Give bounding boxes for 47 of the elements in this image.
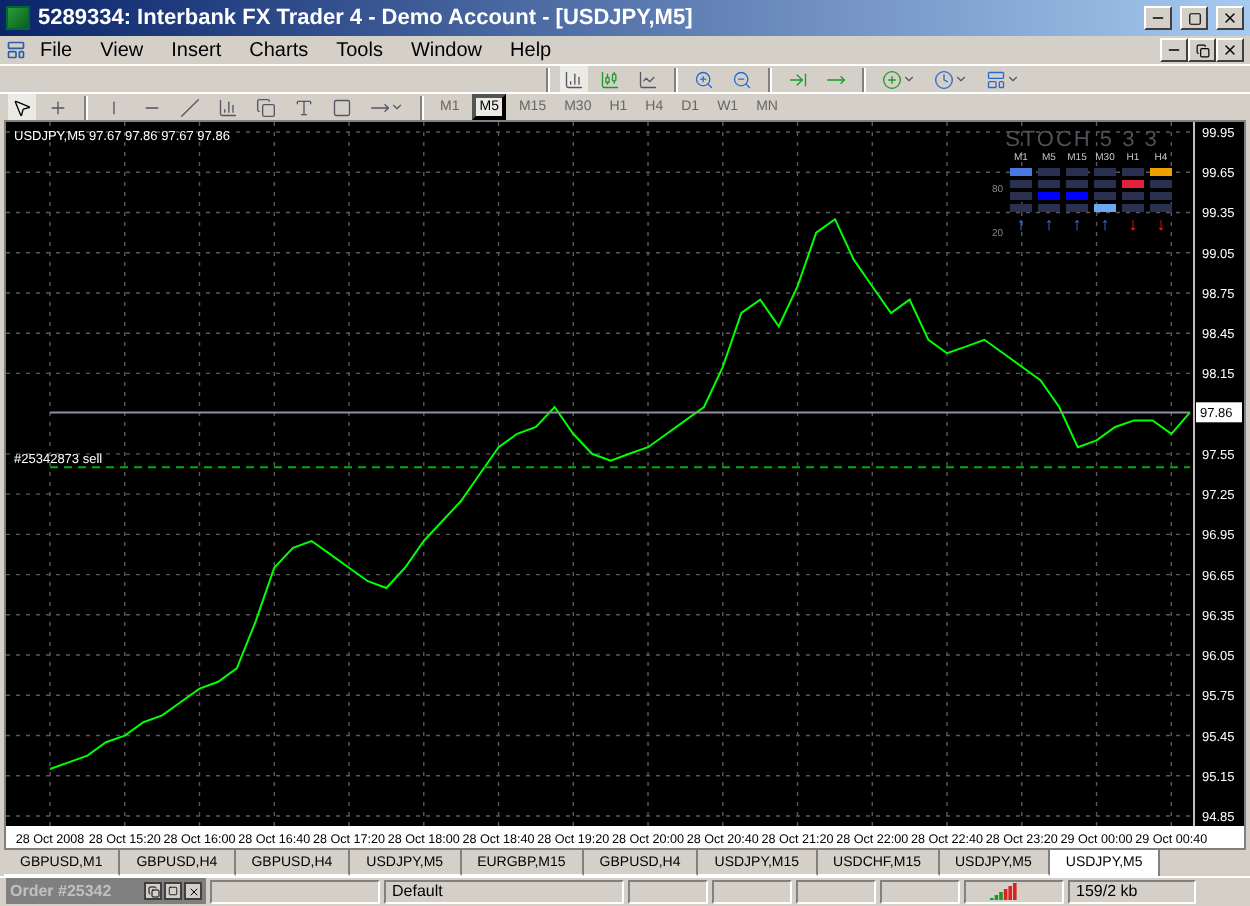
trend-arrow: ↓: [1128, 216, 1138, 234]
caret-icon[interactable]: [954, 72, 968, 86]
status-cell: [796, 879, 876, 903]
app-icon: [6, 6, 30, 30]
template-icon[interactable]: [986, 69, 1006, 89]
bar-chart-icon[interactable]: [564, 69, 584, 89]
cursor-icon[interactable]: [12, 97, 32, 117]
zoom-in-icon[interactable]: [694, 69, 714, 89]
maximize-icon[interactable]: [1187, 11, 1201, 25]
text-icon[interactable]: [294, 97, 314, 117]
menu-item[interactable]: Insert: [157, 39, 236, 61]
caret-icon[interactable]: [1006, 72, 1020, 86]
close-icon[interactable]: [1222, 10, 1238, 26]
caret-icon[interactable]: [390, 100, 404, 114]
line-chart-icon[interactable]: [638, 69, 658, 89]
indicator-title: STOCH 5 3 3: [1005, 128, 1159, 152]
connection-icon: [990, 882, 1018, 900]
traffic-status: 159/2 kb: [1068, 879, 1196, 903]
trend-arrow: ↑: [1044, 216, 1054, 234]
window-title: 5289334: Interbank FX Trader 4 - Demo Account - [USDJPY,M5]: [38, 6, 695, 30]
status-cell: [712, 879, 792, 903]
clock-icon[interactable]: [934, 69, 954, 89]
menu-item[interactable]: Charts: [235, 39, 323, 61]
trend-arrow: ↑: [1100, 216, 1110, 234]
zoom-out-icon[interactable]: [732, 69, 752, 89]
menu-item[interactable]: Help: [496, 39, 566, 61]
status-cell: [880, 879, 960, 903]
menu-item[interactable]: Tools: [322, 39, 397, 61]
maximize-icon[interactable]: [168, 886, 178, 896]
trend-arrow: ↑: [1016, 216, 1026, 234]
restore-icon[interactable]: [1195, 43, 1209, 57]
menu-item[interactable]: Window: [396, 39, 497, 61]
menu-item[interactable]: View: [86, 39, 158, 61]
order-panel-title: Order #25342: [10, 882, 114, 900]
caret-icon[interactable]: [902, 72, 916, 86]
menu-item[interactable]: File: [26, 39, 87, 61]
maximize-button[interactable]: [164, 882, 182, 900]
minimize-button[interactable]: [1160, 38, 1188, 62]
minimize-button[interactable]: [1144, 6, 1172, 30]
status-cell: [628, 879, 708, 903]
document-icon[interactable]: [6, 40, 26, 60]
close-icon[interactable]: [1222, 42, 1238, 58]
trend-line-icon[interactable]: [180, 97, 200, 117]
profile-status: Default: [384, 879, 624, 903]
crosshair-icon[interactable]: [48, 97, 68, 117]
trend-arrow: ↑: [1072, 216, 1082, 234]
trend-arrow: ↓: [1156, 216, 1166, 234]
